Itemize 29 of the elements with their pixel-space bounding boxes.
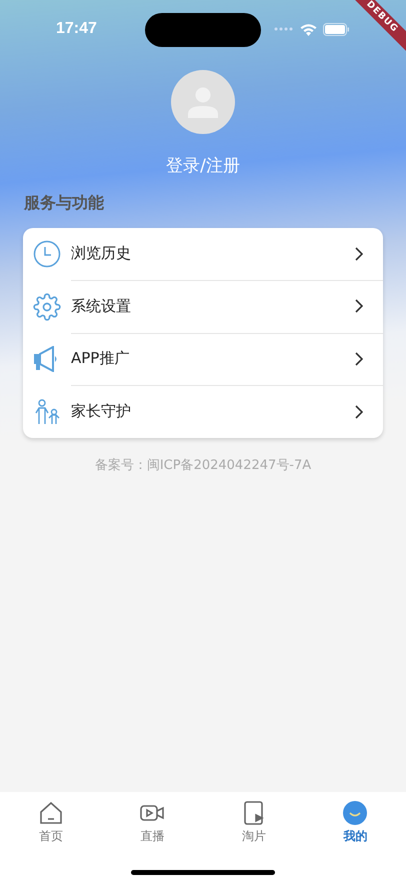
menu-item-label: 浏览历史 (71, 244, 131, 264)
tab[interactable]: 我的 (304, 800, 406, 845)
battery-icon (323, 22, 350, 36)
tab[interactable]: 淘片 (203, 800, 304, 845)
video-camera-icon (140, 804, 164, 822)
section-title: 服务与功能 (24, 193, 105, 214)
menu-item[interactable]: 系统设置 (71, 280, 383, 334)
video-file-icon (244, 801, 264, 825)
menu-item[interactable]: APP推广 (71, 332, 383, 386)
menu-item[interactable]: 浏览历史 (71, 228, 383, 281)
menu-item-label: APP推广 (71, 349, 130, 368)
login-link[interactable]: 登录/注册 (166, 154, 240, 177)
clock-icon (33, 240, 61, 268)
chevron-right-icon (355, 404, 363, 419)
home-icon (38, 802, 63, 824)
smiley-icon (343, 801, 368, 825)
icp-record-text: 备案号：闽ICP备2024042247号-7A (94, 457, 312, 474)
signal-icon (274, 27, 294, 31)
chevron-right-icon (355, 299, 363, 314)
menu-item-label: 家长守护 (71, 402, 131, 422)
chevron-right-icon (355, 352, 363, 366)
status-time: 17:47 (56, 20, 97, 38)
tab[interactable]: 直播 (102, 800, 203, 845)
gear-icon (33, 292, 61, 321)
tab[interactable]: 首页 (0, 800, 102, 845)
wifi-icon (300, 22, 317, 36)
menu-item-label: 系统设置 (71, 296, 131, 316)
chevron-right-icon (355, 246, 363, 261)
menu-item[interactable]: 家长守护 (71, 386, 383, 438)
